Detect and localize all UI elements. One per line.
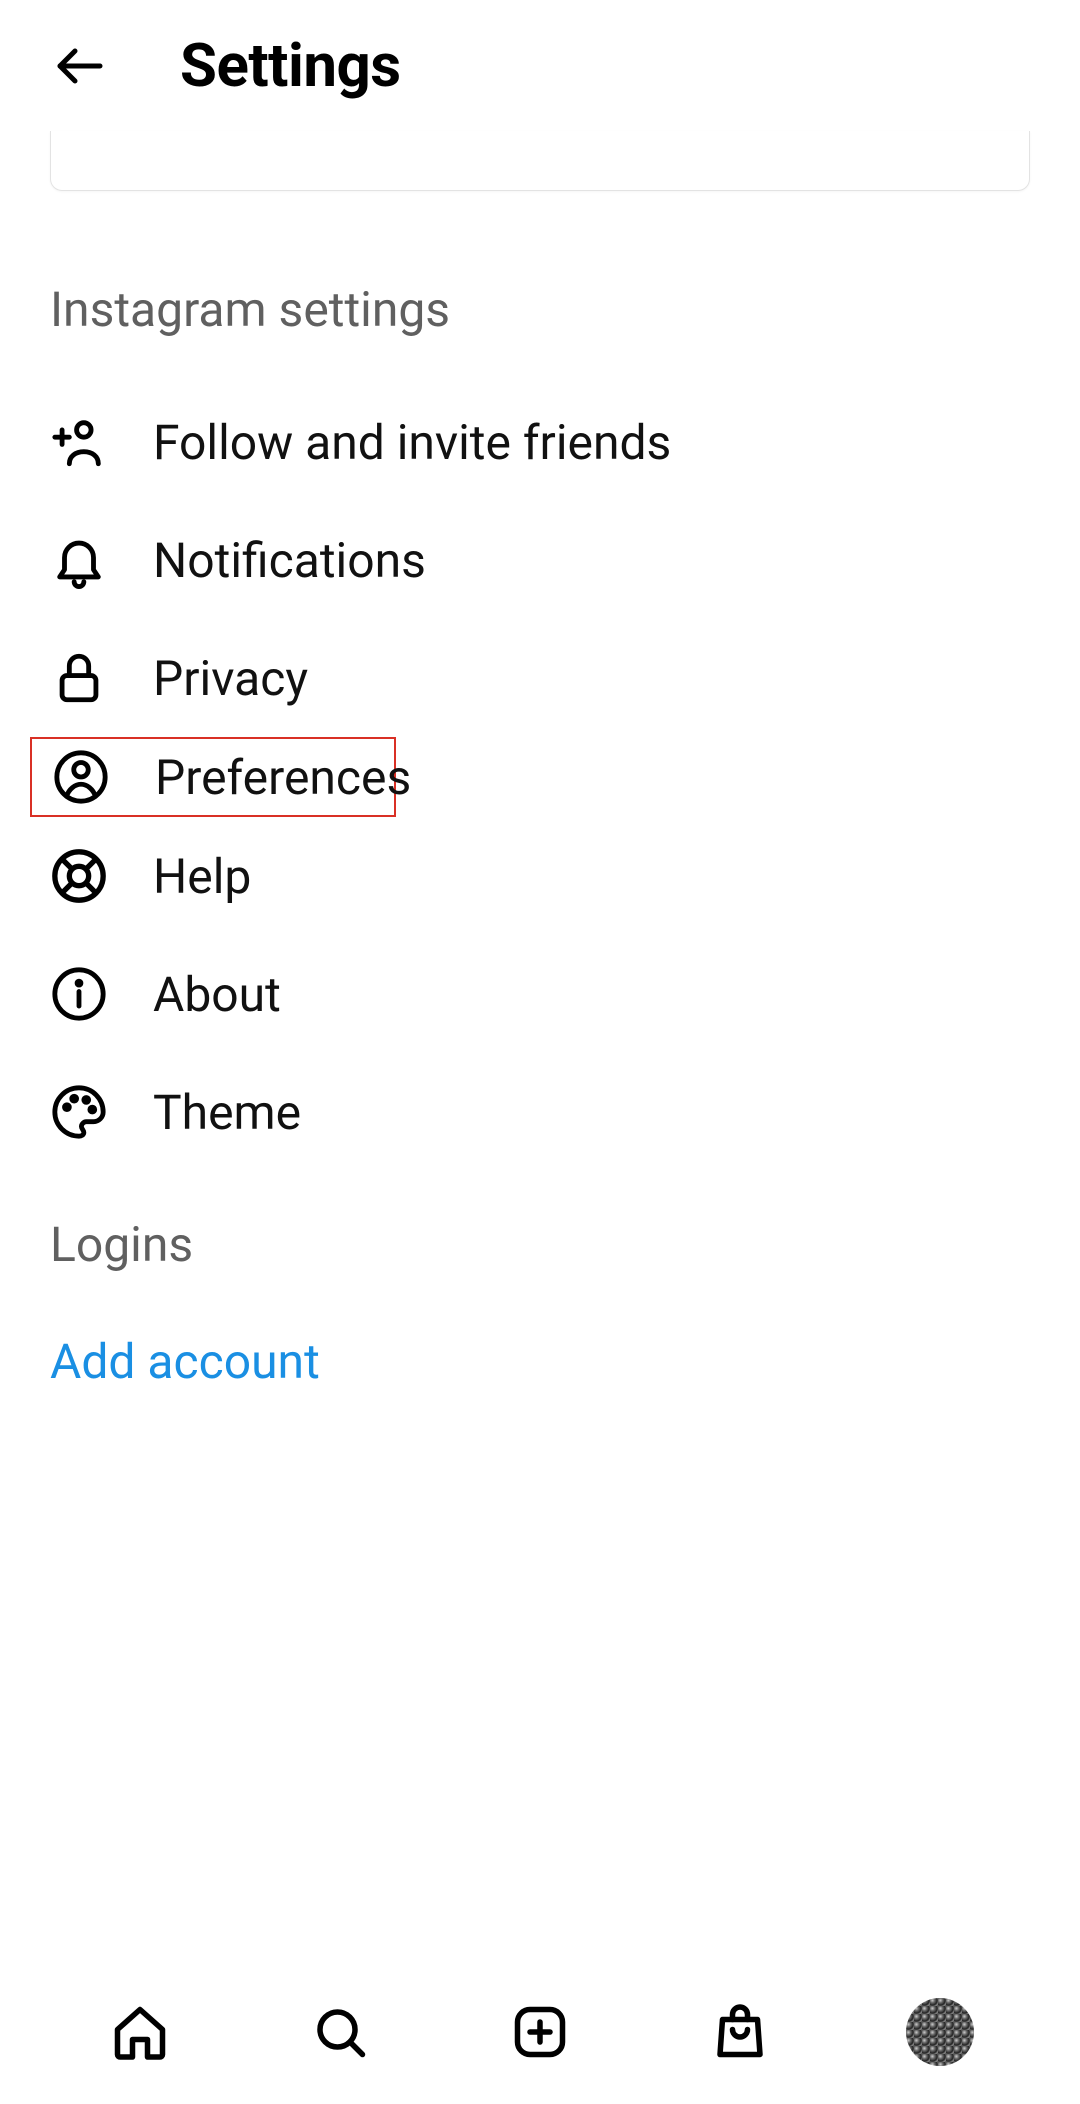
plus-square-icon bbox=[510, 2002, 570, 2062]
menu-item-notifications[interactable]: Notifications bbox=[0, 501, 1080, 619]
add-account-link[interactable]: Add account bbox=[0, 1333, 1080, 1390]
card-edge bbox=[50, 131, 1030, 191]
menu-item-about[interactable]: About bbox=[0, 935, 1080, 1053]
menu-item-follow-invite[interactable]: Follow and invite friends bbox=[0, 383, 1080, 501]
nav-shop[interactable] bbox=[706, 1998, 774, 2066]
bottom-nav bbox=[0, 1974, 1080, 2104]
add-person-icon bbox=[50, 413, 108, 471]
home-icon bbox=[110, 2002, 170, 2062]
menu-label: Theme bbox=[153, 1084, 301, 1141]
menu-item-theme[interactable]: Theme bbox=[0, 1053, 1080, 1171]
back-button[interactable] bbox=[50, 36, 110, 96]
menu-item-preferences[interactable]: Preferences bbox=[32, 739, 394, 815]
section-header: Instagram settings bbox=[0, 281, 1080, 338]
menu-item-help[interactable]: Help bbox=[0, 817, 1080, 935]
menu-label: Preferences bbox=[155, 749, 411, 806]
menu-label: Notifications bbox=[153, 532, 426, 589]
header: Settings bbox=[0, 0, 1080, 131]
highlight-box: Preferences bbox=[30, 737, 396, 817]
search-icon bbox=[310, 2002, 370, 2062]
page-title: Settings bbox=[180, 30, 401, 101]
menu-label: Privacy bbox=[153, 650, 308, 707]
nav-home[interactable] bbox=[106, 1998, 174, 2066]
avatar bbox=[906, 1998, 974, 2066]
nav-search[interactable] bbox=[306, 1998, 374, 2066]
menu-label: Help bbox=[153, 848, 251, 905]
lifebuoy-icon bbox=[50, 847, 108, 905]
menu-item-privacy[interactable]: Privacy bbox=[0, 619, 1080, 737]
person-circle-icon bbox=[52, 748, 110, 806]
menu-label: About bbox=[153, 966, 281, 1023]
nav-profile[interactable] bbox=[906, 1998, 974, 2066]
info-icon bbox=[50, 965, 108, 1023]
palette-icon bbox=[50, 1083, 108, 1141]
nav-create[interactable] bbox=[506, 1998, 574, 2066]
logins-header: Logins bbox=[0, 1216, 1080, 1273]
menu-label: Follow and invite friends bbox=[153, 414, 671, 471]
lock-icon bbox=[50, 649, 108, 707]
arrow-left-icon bbox=[50, 36, 110, 96]
shopping-bag-icon bbox=[710, 2002, 770, 2062]
bell-icon bbox=[50, 531, 108, 589]
